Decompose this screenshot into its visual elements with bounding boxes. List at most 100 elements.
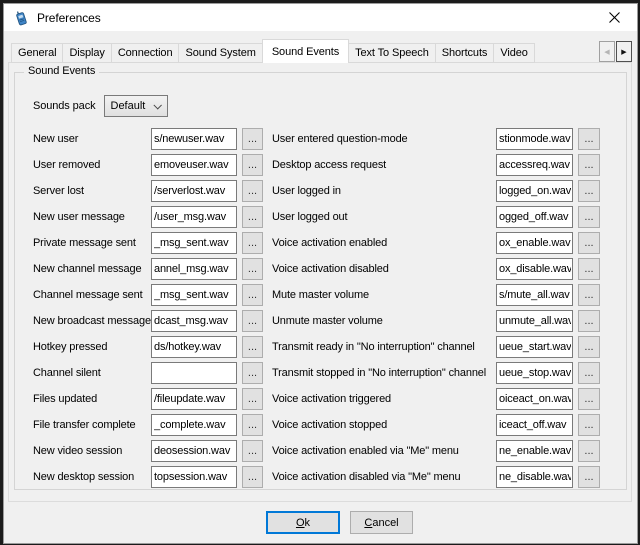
sound-file-input[interactable] [151, 154, 237, 176]
browse-button[interactable]: ... [242, 414, 263, 436]
browse-button[interactable]: ... [242, 388, 263, 410]
sounds-pack-select[interactable]: Default [104, 95, 168, 117]
chevron-down-icon [153, 101, 161, 109]
browse-button[interactable]: ... [242, 310, 263, 332]
browse-button[interactable]: ... [578, 310, 600, 332]
sound-event-label: Voice activation stopped [272, 419, 496, 431]
browse-button[interactable]: ... [242, 232, 263, 254]
ok-button-label: Ok [296, 517, 310, 529]
browse-button[interactable]: ... [242, 128, 263, 150]
sound-file-input[interactable] [496, 440, 573, 462]
tab-scroll-left-button[interactable]: ◀ [599, 41, 615, 62]
sound-file-input[interactable] [151, 440, 237, 462]
sound-event-row-desktop-access-request: Desktop access request ... [272, 152, 600, 178]
tab-display[interactable]: Display [62, 43, 111, 63]
browse-button[interactable]: ... [578, 154, 600, 176]
browse-button[interactable]: ... [578, 414, 600, 436]
browse-button[interactable]: ... [578, 206, 600, 228]
browse-button[interactable]: ... [242, 362, 263, 384]
sound-file-input[interactable] [496, 466, 573, 488]
sound-file-input[interactable] [151, 362, 237, 384]
browse-button[interactable]: ... [578, 128, 600, 150]
tab-text-to-speech[interactable]: Text To Speech [348, 43, 436, 63]
ok-button[interactable]: Ok [266, 511, 340, 534]
browse-button[interactable]: ... [578, 440, 600, 462]
sound-event-label: Files updated [33, 393, 151, 405]
tab-label: Shortcuts [442, 47, 488, 59]
tab-scroll-right-icon: ▶ [621, 48, 626, 56]
sound-file-input[interactable] [151, 258, 237, 280]
screen: Preferences General Display Connection S… [0, 0, 640, 545]
sound-event-label: Voice activation disabled via "Me" menu [272, 471, 496, 483]
sound-file-input[interactable] [151, 388, 237, 410]
sound-file-input[interactable] [496, 128, 573, 150]
browse-button[interactable]: ... [578, 336, 600, 358]
browse-button[interactable]: ... [578, 466, 600, 488]
sound-event-row-files-updated: Files updated ... [33, 386, 263, 412]
sound-event-label: User logged in [272, 185, 496, 197]
sound-event-label: New user [33, 133, 151, 145]
tab-video[interactable]: Video [493, 43, 534, 63]
tab-general[interactable]: General [11, 43, 63, 63]
sound-file-input[interactable] [496, 206, 573, 228]
browse-button[interactable]: ... [242, 466, 263, 488]
sound-file-input[interactable] [496, 258, 573, 280]
sound-event-label: New desktop session [33, 471, 151, 483]
sound-file-input[interactable] [151, 414, 237, 436]
sound-file-input[interactable] [496, 154, 573, 176]
browse-button[interactable]: ... [242, 336, 263, 358]
sound-event-row-user-entered-question-mode: User entered question-mode ... [272, 126, 600, 152]
sound-file-input[interactable] [151, 336, 237, 358]
browse-button[interactable]: ... [242, 206, 263, 228]
sound-file-input[interactable] [151, 180, 237, 202]
browse-button[interactable]: ... [242, 154, 263, 176]
tab-connection[interactable]: Connection [111, 43, 180, 63]
sound-event-row-voice-activation-triggered: Voice activation triggered ... [272, 386, 600, 412]
titlebar[interactable]: Preferences [4, 4, 637, 31]
sound-file-input[interactable] [496, 414, 573, 436]
sound-event-label: User entered question-mode [272, 133, 496, 145]
close-icon [609, 12, 620, 23]
browse-button[interactable]: ... [578, 232, 600, 254]
sound-file-input[interactable] [496, 362, 573, 384]
browse-button[interactable]: ... [578, 284, 600, 306]
tab-shortcuts[interactable]: Shortcuts [435, 43, 495, 63]
sound-file-input[interactable] [151, 310, 237, 332]
cancel-button[interactable]: Cancel [350, 511, 413, 534]
sound-file-input[interactable] [496, 180, 573, 202]
browse-button[interactable]: ... [242, 258, 263, 280]
sounds-pack-label: Sounds pack [33, 100, 96, 112]
sound-file-input[interactable] [151, 206, 237, 228]
sound-file-input[interactable] [151, 466, 237, 488]
browse-button[interactable]: ... [578, 258, 600, 280]
tab-scroll-right-button[interactable]: ▶ [616, 41, 632, 62]
browse-button[interactable]: ... [242, 284, 263, 306]
browse-button[interactable]: ... [578, 362, 600, 384]
sound-file-input[interactable] [151, 284, 237, 306]
sound-file-input[interactable] [496, 232, 573, 254]
cancel-button-label: Cancel [364, 517, 398, 529]
tab-label: Display [69, 47, 104, 59]
sound-event-label: New channel message [33, 263, 151, 275]
sound-event-label: Voice activation disabled [272, 263, 496, 275]
browse-button[interactable]: ... [242, 180, 263, 202]
browse-button[interactable]: ... [242, 440, 263, 462]
sound-file-input[interactable] [496, 388, 573, 410]
sound-file-input[interactable] [151, 232, 237, 254]
tab-sound-system[interactable]: Sound System [178, 43, 262, 63]
sound-file-input[interactable] [496, 310, 573, 332]
close-button[interactable] [592, 4, 637, 31]
sound-event-row-new-video-session: New video session ... [33, 438, 263, 464]
sound-event-label: Unmute master volume [272, 315, 496, 327]
sound-file-input[interactable] [496, 336, 573, 358]
sound-file-input[interactable] [151, 128, 237, 150]
sound-event-label: User logged out [272, 211, 496, 223]
tab-sound-events[interactable]: Sound Events [262, 39, 349, 63]
browse-button[interactable]: ... [578, 388, 600, 410]
sounds-pack-row: Sounds pack Default [33, 95, 168, 117]
sound-event-row-unmute-master-volume: Unmute master volume ... [272, 308, 600, 334]
sound-file-input[interactable] [496, 284, 573, 306]
browse-button[interactable]: ... [578, 180, 600, 202]
sound-event-row-new-broadcast-message: New broadcast message ... [33, 308, 263, 334]
sound-event-label: Private message sent [33, 237, 151, 249]
